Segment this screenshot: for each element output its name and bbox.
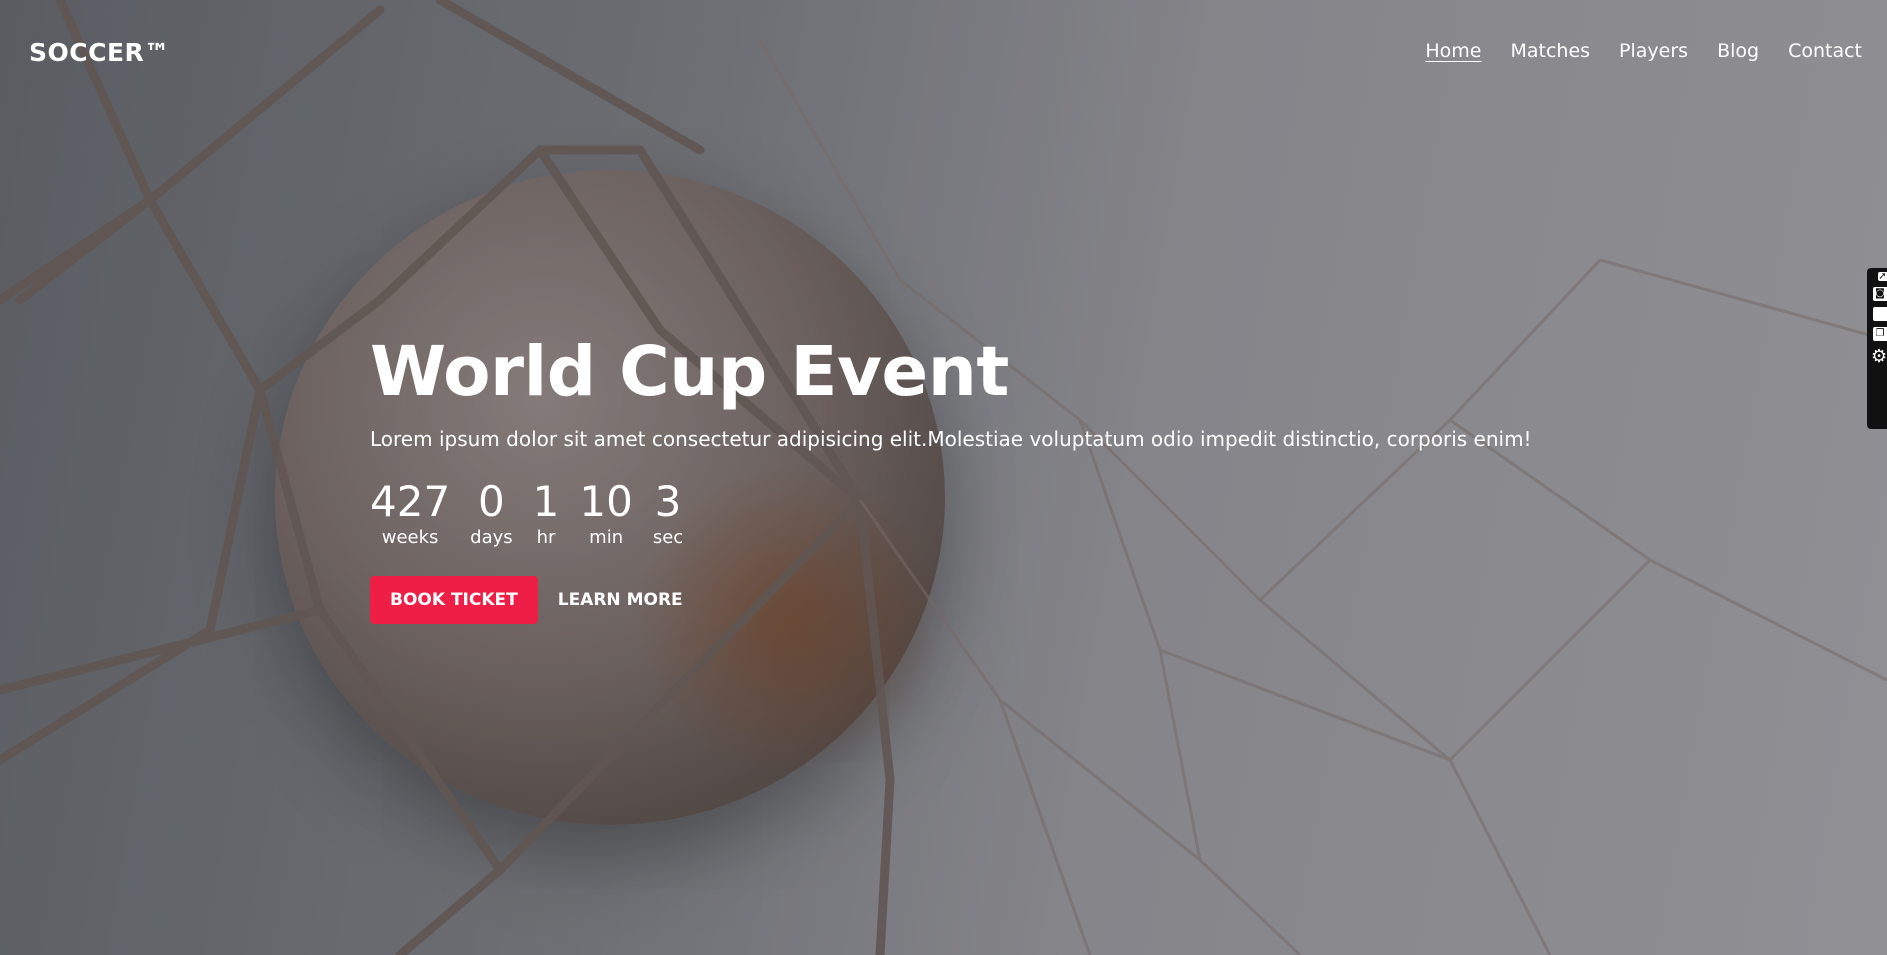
site-logo[interactable]: SOCCER™ xyxy=(29,38,170,67)
hero-content: World Cup Event Lorem ipsum dolor sit am… xyxy=(370,328,1650,624)
countdown-value: 10 xyxy=(579,477,633,526)
camera-icon[interactable]: ◙ xyxy=(1873,287,1887,301)
nav-item-matches: Matches xyxy=(1510,40,1590,62)
countdown-hours: 1 hr xyxy=(533,480,560,550)
countdown-value: 427 xyxy=(370,477,451,526)
nav-link-players[interactable]: Players xyxy=(1619,40,1688,62)
countdown-label: weeks xyxy=(381,527,439,548)
nav-item-home: Home xyxy=(1425,40,1481,62)
nav-link-blog[interactable]: Blog xyxy=(1717,40,1759,62)
gear-icon[interactable]: ⚙ xyxy=(1871,347,1887,367)
countdown-label: days xyxy=(470,527,513,548)
nav-link-home[interactable]: Home xyxy=(1425,40,1481,62)
book-ticket-button[interactable]: BOOK TICKET xyxy=(370,576,538,624)
hero-subtitle: Lorem ipsum dolor sit amet consectetur a… xyxy=(370,427,1532,451)
countdown-label: hr xyxy=(536,527,556,548)
hero-actions: BOOK TICKET LEARN MORE xyxy=(370,576,1650,624)
countdown-seconds: 3 sec xyxy=(653,480,683,550)
copy-icon[interactable]: ❐ xyxy=(1873,327,1887,341)
nav-item-players: Players xyxy=(1619,40,1688,62)
countdown-value: 0 xyxy=(478,477,505,526)
nav-link-contact[interactable]: Contact xyxy=(1788,40,1862,62)
nav-menu: Home Matches Players Blog Contact xyxy=(1425,40,1862,62)
countdown-label: min xyxy=(589,527,624,548)
nav-link-matches[interactable]: Matches xyxy=(1510,40,1590,62)
hero-title: World Cup Event xyxy=(370,332,1009,412)
countdown-minutes: 10 min xyxy=(579,480,632,550)
countdown-label: sec xyxy=(652,527,684,548)
side-toolbar: ➚ ◙ ❐ ⚙ xyxy=(1867,268,1887,429)
countdown-timer: 427 weeks 0 days 1 hr 10 min 3 sec xyxy=(370,480,1650,550)
navbar: SOCCER™ Home Matches Players Blog Contac… xyxy=(0,0,1887,108)
countdown-days: 0 days xyxy=(470,480,513,550)
countdown-value: 3 xyxy=(654,477,682,526)
hero-section: SOCCER™ Home Matches Players Blog Contac… xyxy=(0,0,1887,955)
nav-item-contact: Contact xyxy=(1788,40,1862,62)
countdown-value: 1 xyxy=(532,477,560,526)
learn-more-button[interactable]: LEARN MORE xyxy=(558,590,683,610)
rocket-icon[interactable]: ➚ xyxy=(1878,271,1887,282)
square-icon[interactable] xyxy=(1873,307,1887,321)
countdown-weeks: 427 weeks xyxy=(370,480,450,550)
nav-item-blog: Blog xyxy=(1717,40,1759,62)
